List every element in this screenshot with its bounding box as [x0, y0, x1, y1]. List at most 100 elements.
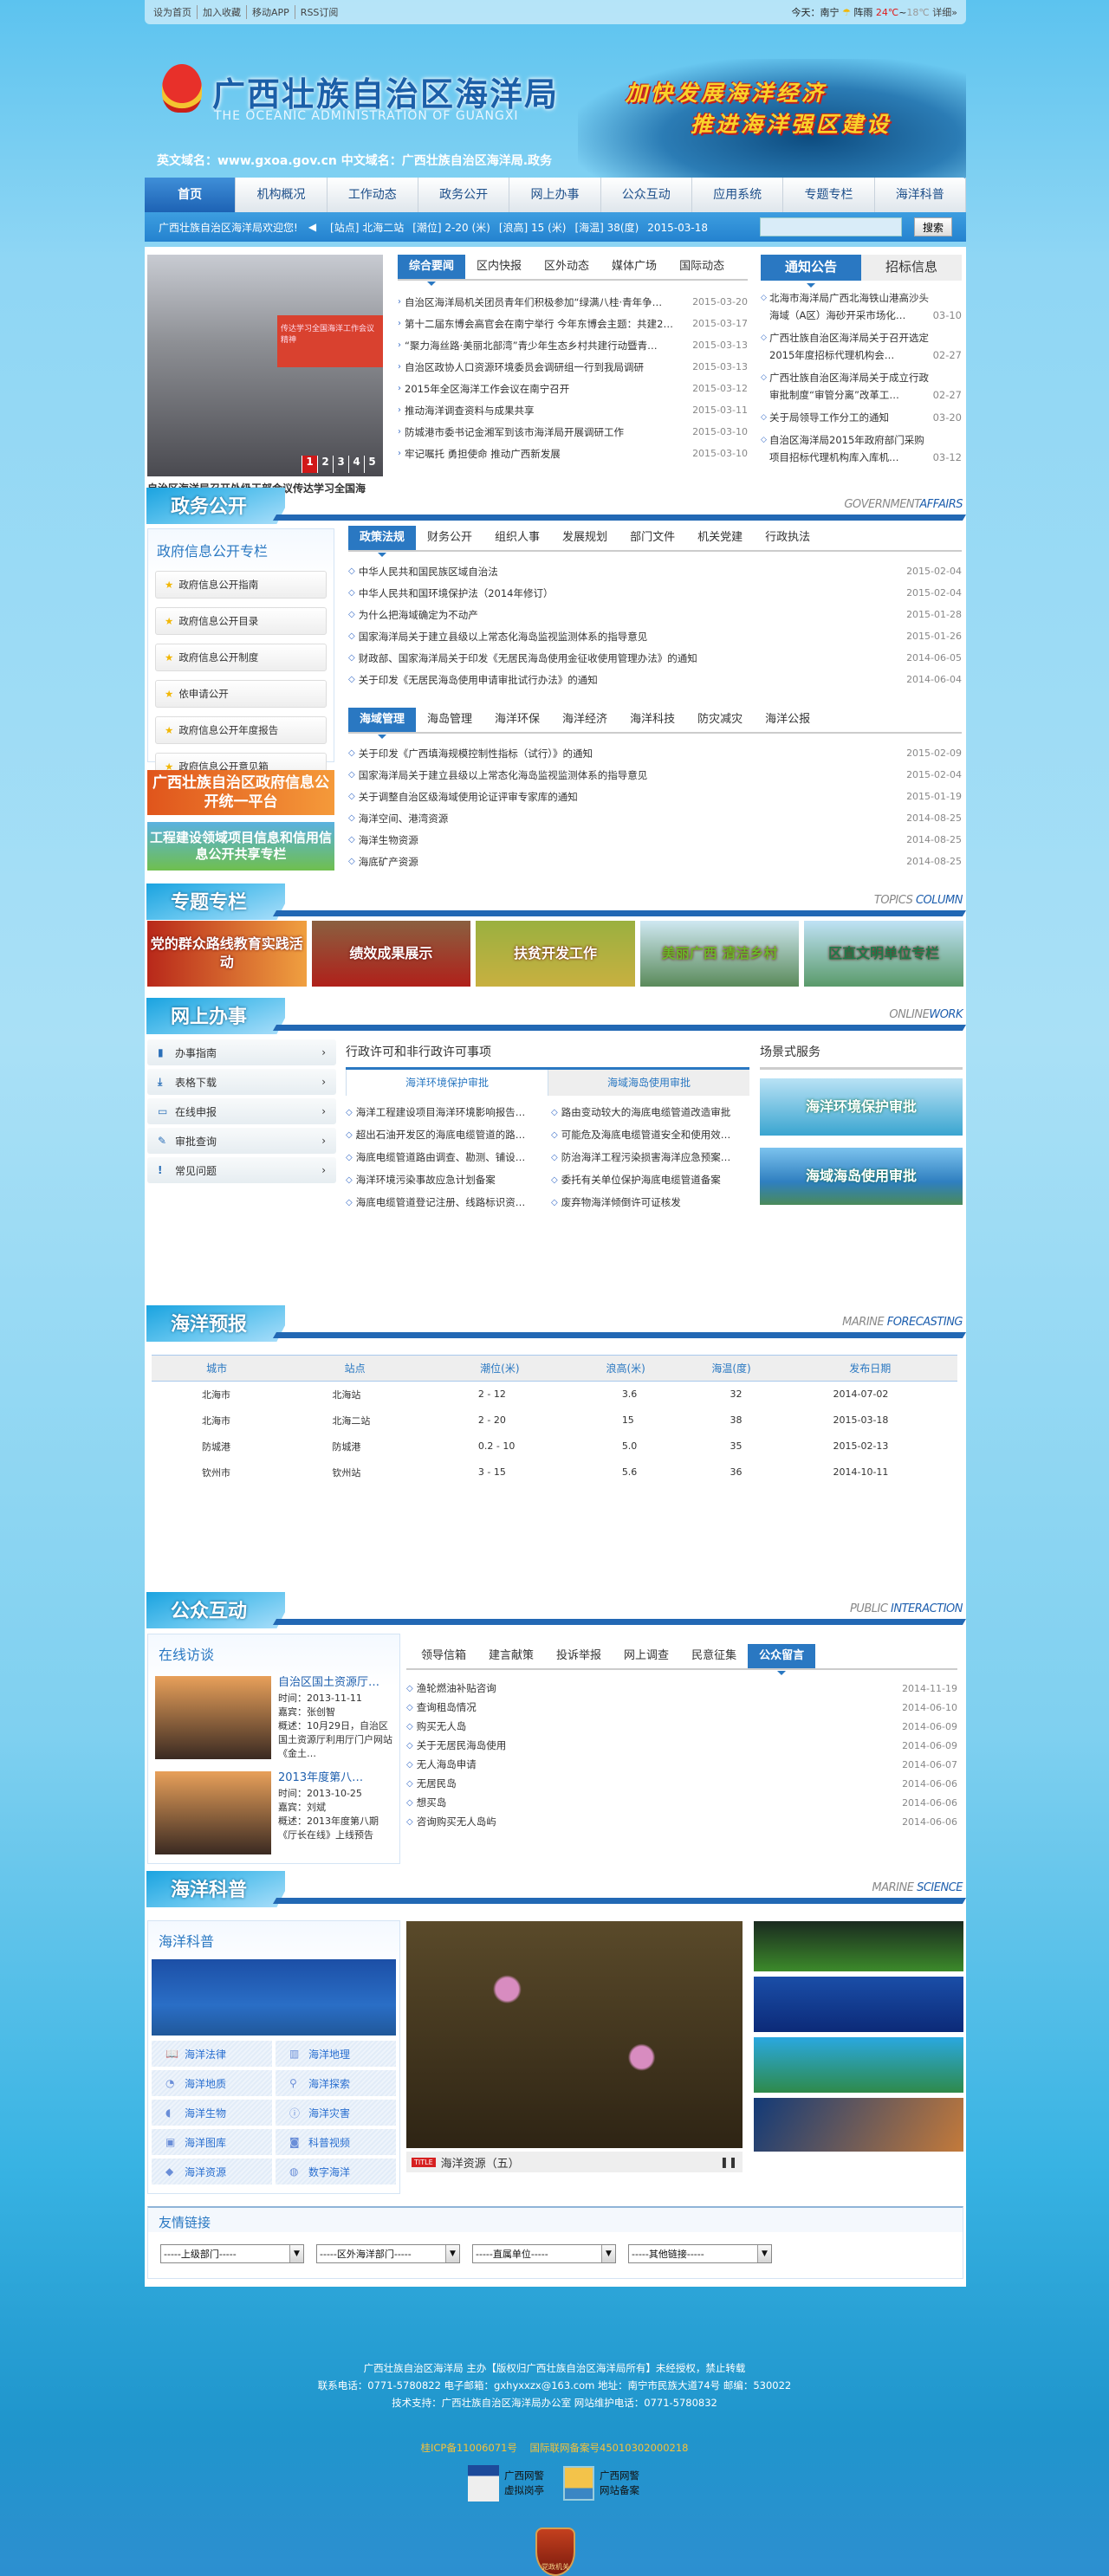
gov-info-button[interactable]: ★ 依申请公开: [155, 680, 327, 708]
friend-link-select-affiliated[interactable]: -----直属单位----- ▼: [472, 2244, 616, 2263]
item-title[interactable]: 2015年全区海洋工作会议在南宁召开: [405, 382, 685, 396]
tab-policy-5[interactable]: 机关党建: [686, 526, 754, 550]
item-title[interactable]: 海洋空间、港湾资源: [359, 812, 899, 825]
list-item[interactable]: ◇ 海洋生物资源 2014-08-25: [348, 829, 962, 851]
nav-item[interactable]: 公众互动: [601, 178, 692, 212]
item-title[interactable]: 超出石油开发区的海底电缆管道的路…: [356, 1128, 544, 1142]
item-title[interactable]: 渔轮燃油补贴咨询: [417, 1681, 895, 1695]
nav-item[interactable]: 应用系统: [692, 178, 784, 212]
list-item[interactable]: ◇ 购买无人岛 2014-06-09: [406, 1717, 957, 1736]
online-menu-item[interactable]: ✎ 审批查询 ›: [147, 1128, 336, 1154]
gov-info-button[interactable]: ★ 政府信息公开指南: [155, 571, 327, 599]
item-title[interactable]: 海底电缆管道登记注册、线路标识资…: [356, 1195, 544, 1209]
thumbnail[interactable]: [754, 1977, 963, 2032]
item-title[interactable]: 牢记嘱托 勇担使命 推动广西新发展: [405, 447, 685, 461]
list-item[interactable]: › 自治区海洋局机关团员青年们积极参加“绿满八桂·青年争… 2015-03-20: [398, 291, 748, 313]
item-title[interactable]: 关于无居民海岛使用: [417, 1738, 895, 1752]
slide-page-button[interactable]: 3: [333, 456, 348, 473]
list-item[interactable]: ◇ 关于无居民海岛使用 2014-06-09: [406, 1736, 957, 1755]
list-item[interactable]: ◇ 超出石油开发区的海底电缆管道的路…: [346, 1123, 544, 1146]
item-title[interactable]: 防治海洋工程污染损害海洋应急预案…: [561, 1150, 749, 1164]
tab-policy-3[interactable]: 发展规划: [551, 526, 619, 550]
tab-public-2[interactable]: 投诉举报: [545, 1644, 613, 1668]
tab-sea-6[interactable]: 海洋公报: [754, 708, 821, 732]
nav-item[interactable]: 工作动态: [328, 178, 418, 212]
scene-env-approval[interactable]: 海洋环境保护审批: [760, 1078, 963, 1136]
item-title[interactable]: 海洋环境污染事故应急计划备案: [356, 1173, 544, 1187]
slide-page-button[interactable]: 1: [302, 456, 317, 473]
add-favorite-link[interactable]: 加入收藏: [203, 5, 247, 19]
nav-item[interactable]: 政务公开: [418, 178, 510, 212]
notice-title[interactable]: 自治区海洋局2015年政府部门采购项目招标代理机构库入库机…: [769, 434, 924, 463]
permit-tab-env[interactable]: 海洋环境保护审批: [346, 1070, 548, 1096]
thumbnail[interactable]: [754, 1921, 963, 1971]
list-item[interactable]: ◇ 防治海洋工程污染损害海洋应急预案…: [551, 1146, 749, 1168]
science-category-button[interactable]: ▣ 海洋图库: [152, 2129, 272, 2155]
list-item[interactable]: › 2015年全区海洋工作会议在南宁召开 2015-03-12: [398, 378, 748, 399]
tab-public-0[interactable]: 领导信箱: [410, 1644, 477, 1668]
list-item[interactable]: ◇ 海洋环境污染事故应急计划备案: [346, 1168, 544, 1191]
party-gov-seal[interactable]: 党政机关: [535, 2527, 575, 2576]
tab-policy-4[interactable]: 部门文件: [619, 526, 686, 550]
notice-title[interactable]: 北海市海洋局广西北海铁山港高沙头海域（A区）海砂开采市场化…: [769, 292, 929, 321]
interview-title[interactable]: 2013年度第八…: [278, 1771, 392, 1785]
gov-info-button[interactable]: ★ 政府信息公开年度报告: [155, 716, 327, 744]
tab-news-1[interactable]: 区内快报: [465, 255, 533, 279]
item-title[interactable]: 海底电缆管道路由调查、勘测、铺设…: [356, 1150, 544, 1164]
item-title[interactable]: 国家海洋局关于建立县级以上常态化海岛监视监测体系的指导意见: [359, 768, 899, 782]
tab-policy-1[interactable]: 财务公开: [416, 526, 483, 550]
list-item[interactable]: ◇ 关于调整自治区级海域使用论证评审专家库的通知 2015-01-19: [348, 786, 962, 807]
list-item[interactable]: ◇ 财政部、国家海洋局关于印发《无居民海岛使用金征收使用管理办法》的通知 2014-…: [348, 647, 962, 669]
online-menu-item[interactable]: ⤓ 表格下载 ›: [147, 1069, 336, 1095]
science-category-button[interactable]: ◔ 海洋地质: [152, 2070, 272, 2096]
tab-sea-2[interactable]: 海洋环保: [483, 708, 551, 732]
list-item[interactable]: ◇ 查询租岛情况 2014-06-10: [406, 1698, 957, 1717]
item-title[interactable]: 防城港市委书记金湘军到该市海洋局开展调研工作: [405, 425, 685, 439]
thumbnail[interactable]: [754, 2037, 963, 2093]
list-item[interactable]: ◇ 路由变动较大的海底电缆管道改造审批: [551, 1101, 749, 1123]
tab-sea-3[interactable]: 海洋经济: [551, 708, 619, 732]
tab-news-2[interactable]: 区外动态: [533, 255, 600, 279]
list-item[interactable]: ◇ 海洋工程建设项目海洋环境影响报告…: [346, 1101, 544, 1123]
list-item[interactable]: ◇ 为什么把海域确定为不动产 2015-01-28: [348, 604, 962, 625]
science-category-button[interactable]: ◆ 海洋资源: [152, 2159, 272, 2184]
item-title[interactable]: 国家海洋局关于建立县级以上常态化海岛监视监测体系的指导意见: [359, 630, 899, 644]
gov-info-button[interactable]: ★ 政府信息公开目录: [155, 607, 327, 635]
set-homepage-link[interactable]: 设为首页: [153, 5, 198, 19]
science-category-button[interactable]: ◙ 科普视频: [276, 2129, 396, 2155]
list-item[interactable]: ◇ 想买岛 2014-06-06: [406, 1793, 957, 1812]
friend-link-select-other[interactable]: -----其他链接----- ▼: [628, 2244, 772, 2263]
item-title[interactable]: 关于印发《广西填海规模控制性指标（试行）》的通知: [359, 747, 899, 761]
permit-tab-sea[interactable]: 海域海岛使用审批: [548, 1070, 749, 1096]
list-item[interactable]: ◇ 废弃物海洋倾倒许可证核发: [551, 1191, 749, 1214]
item-title[interactable]: 中华人民共和国环境保护法（2014年修订）: [359, 586, 899, 600]
list-item[interactable]: ◇ 可能危及海底电缆管道安全和使用效…: [551, 1123, 749, 1146]
tab-sea-4[interactable]: 海洋科技: [619, 708, 686, 732]
tab-policy-2[interactable]: 组织人事: [483, 526, 551, 550]
tab-sea-5[interactable]: 防灾减灾: [686, 708, 754, 732]
search-input[interactable]: [760, 217, 902, 236]
topic-banner[interactable]: 扶贫开发工作: [476, 921, 635, 987]
science-main-photo[interactable]: [406, 1921, 743, 2148]
interview-title[interactable]: 自治区国土资源厅…: [278, 1676, 392, 1690]
thumbnail[interactable]: [754, 2098, 963, 2152]
item-title[interactable]: 路由变动较大的海底电缆管道改造审批: [561, 1105, 749, 1119]
list-item[interactable]: ◇ 咨询购买无人岛屿 2014-06-06: [406, 1812, 957, 1831]
item-title[interactable]: “聚力海丝路·美丽北部湾”青少年生态乡村共建行动暨青…: [405, 339, 685, 353]
tab-policy-6[interactable]: 行政执法: [754, 526, 821, 550]
topic-banner[interactable]: 绩效成果展示: [311, 921, 471, 987]
topic-banner[interactable]: 美丽广西 清洁乡村: [639, 921, 800, 987]
list-item[interactable]: ◇ 无居民岛 2014-06-06: [406, 1774, 957, 1793]
list-item[interactable]: ◇ 关于印发《无居民海岛使用申请审批试行办法》的通知 2014-06-04: [348, 669, 962, 690]
item-title[interactable]: 关于印发《无居民海岛使用申请审批试行办法》的通知: [359, 673, 899, 687]
list-item[interactable]: ◇ 海底矿产资源 2014-08-25: [348, 851, 962, 872]
project-info-banner[interactable]: 工程建设领域项目信息和信用信息公开共享专栏: [147, 822, 334, 871]
list-item[interactable]: › 防城港市委书记金湘军到该市海洋局开展调研工作 2015-03-10: [398, 421, 748, 443]
tab-sea-0[interactable]: 海域管理: [348, 708, 417, 739]
topic-banner[interactable]: 党的群众路线教育实践活动: [147, 921, 307, 987]
item-title[interactable]: 可能危及海底电缆管道安全和使用效…: [561, 1128, 749, 1142]
rss-link[interactable]: RSS订阅: [301, 5, 344, 19]
science-category-button[interactable]: ◖ 海洋生物: [152, 2100, 272, 2126]
list-item[interactable]: ◇ 委托有关单位保护海底电缆管道备案: [551, 1168, 749, 1191]
item-title[interactable]: 无居民岛: [417, 1777, 895, 1790]
